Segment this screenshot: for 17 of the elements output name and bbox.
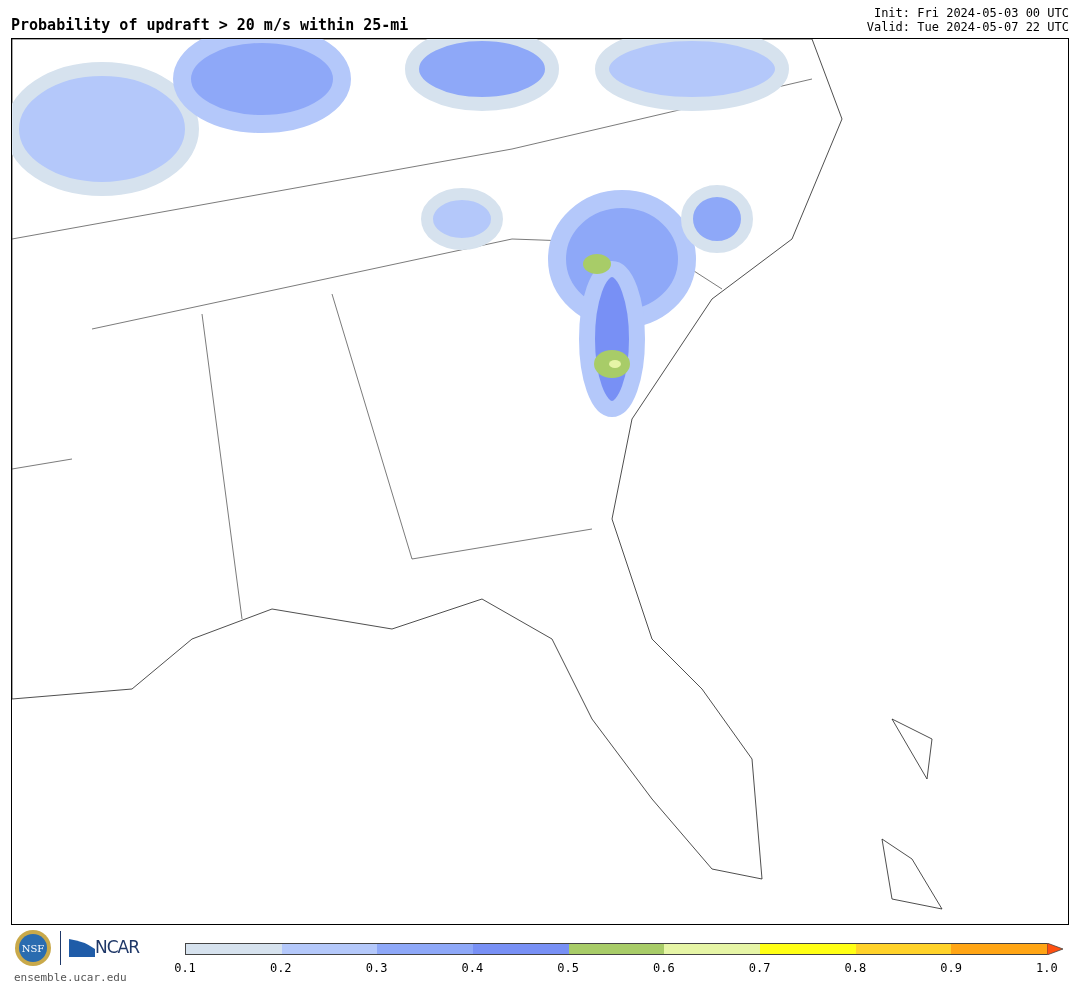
brand-logo: NCAR xyxy=(95,936,140,960)
tick-label: 0.6 xyxy=(652,960,676,977)
tick-label: 0.1 xyxy=(173,960,197,977)
tick-label: 0.2 xyxy=(268,960,293,977)
tick-label: 0.8 xyxy=(843,960,868,977)
site-url: ensemble.ucar.edu xyxy=(14,970,128,986)
tick-label: 1.0 xyxy=(1035,960,1059,977)
tick-label: 0.4 xyxy=(460,960,485,977)
tick-label: 0.5 xyxy=(556,960,580,977)
tick-label: 0.3 xyxy=(364,960,389,977)
swoosh-icon xyxy=(69,939,95,957)
init-time: Init: Fri 2024-05-03 00 UTC xyxy=(872,6,1069,20)
tick-label: 0.7 xyxy=(747,960,772,977)
valid-time: Valid: Tue 2024-05-07 22 UTC xyxy=(866,20,1069,34)
chart-title: Probability of updraft > 20 m/s within 25-mi xyxy=(11,15,409,36)
seal-logo: NSF xyxy=(14,929,52,967)
tick-label: 0.9 xyxy=(939,960,963,977)
